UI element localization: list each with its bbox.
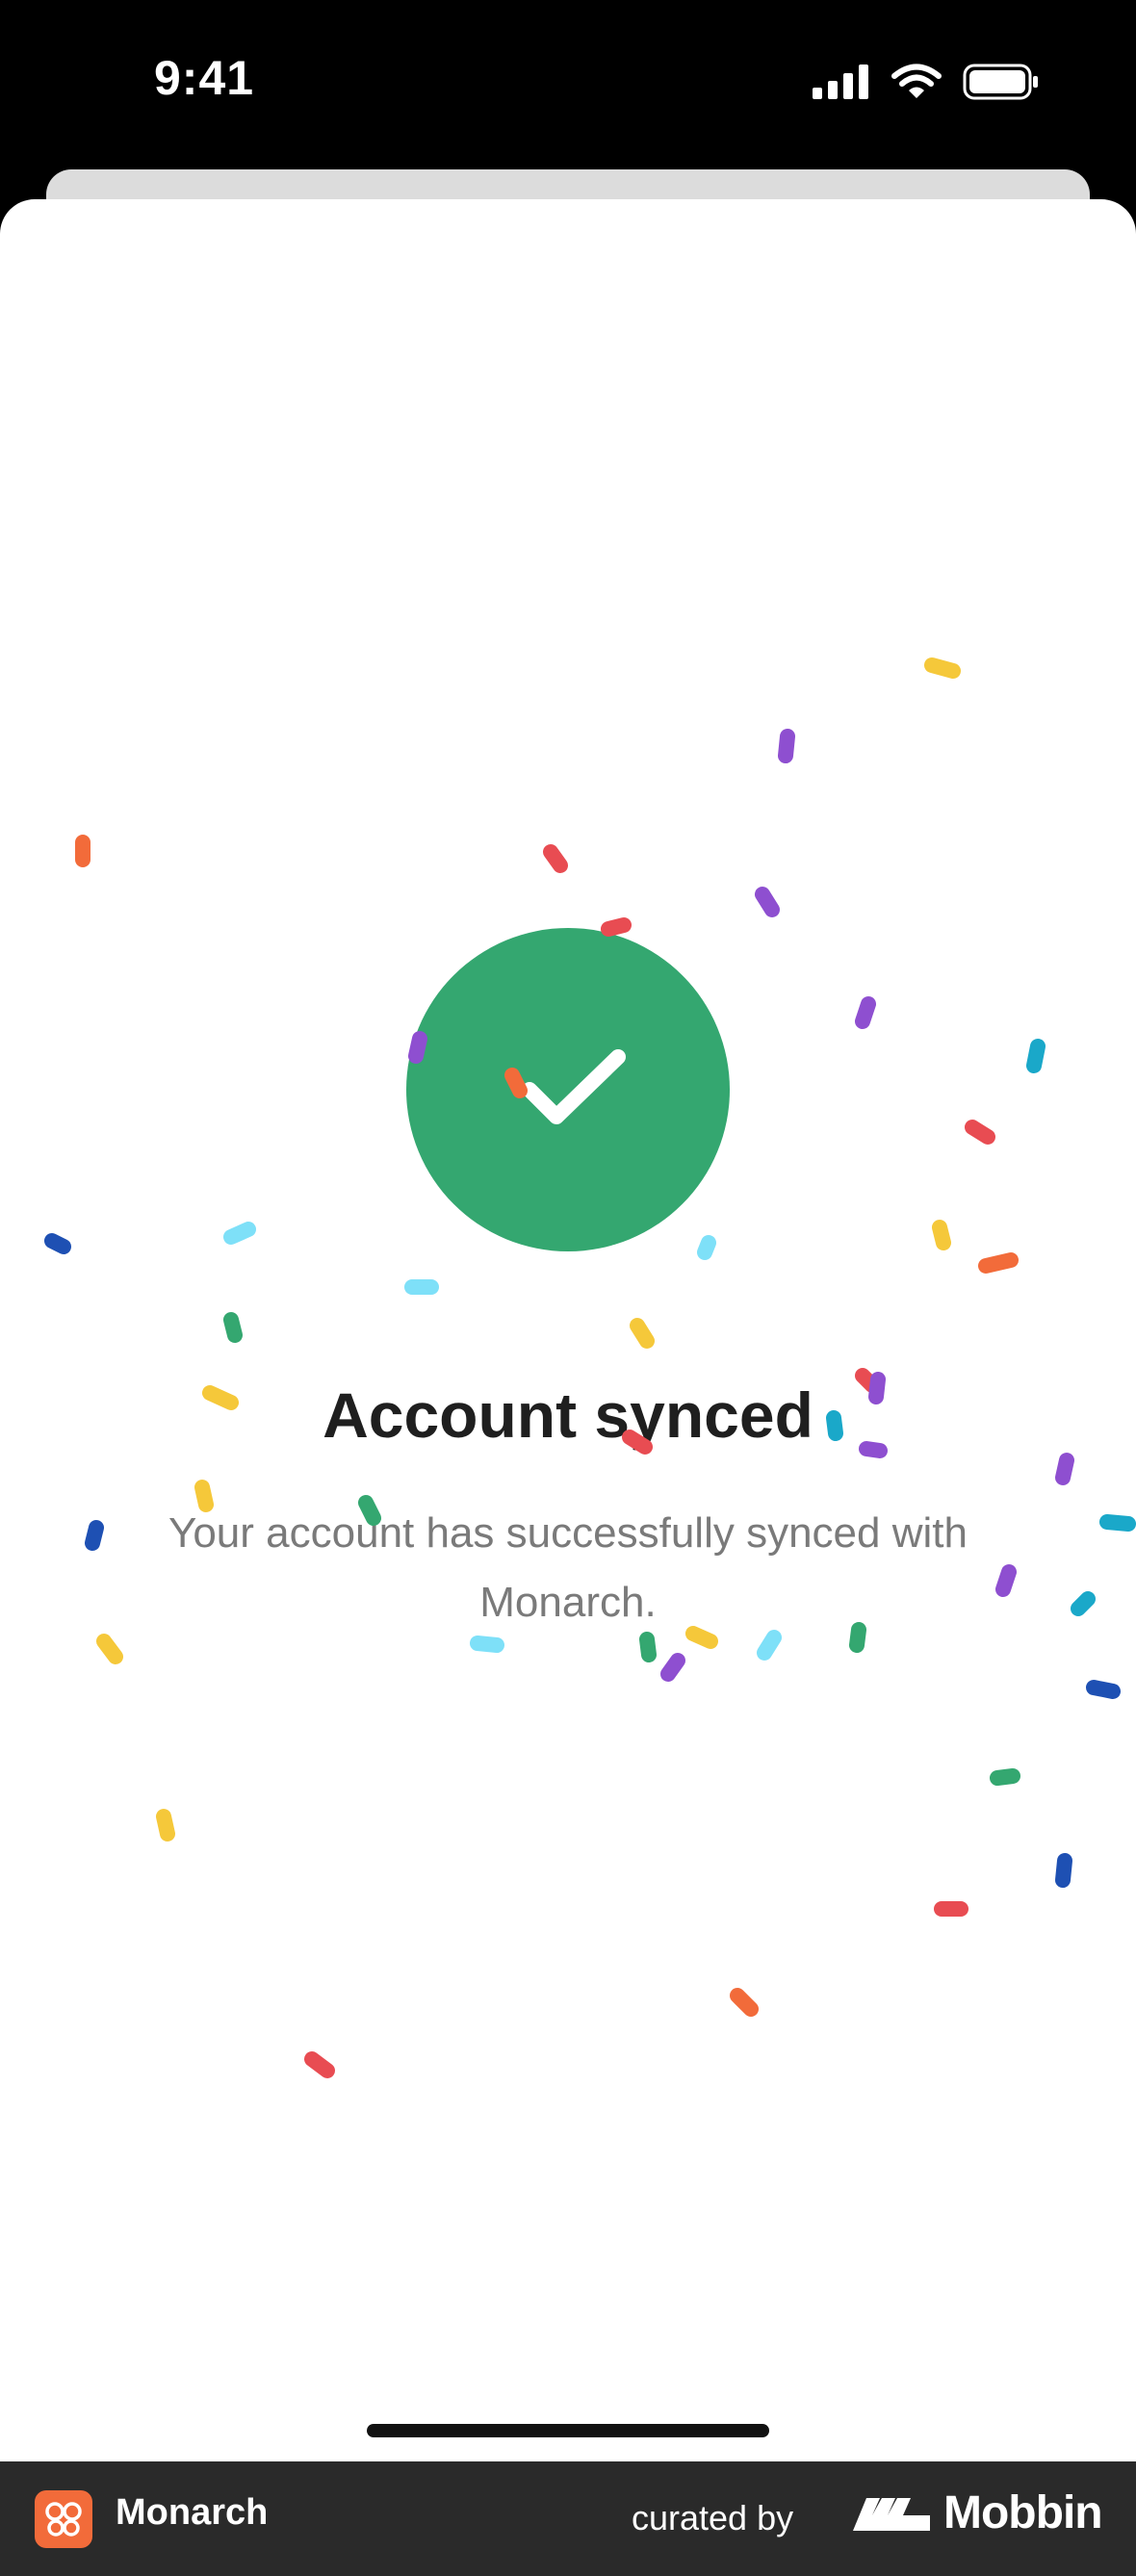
app-logo bbox=[35, 2490, 92, 2548]
footer-bar: Monarch curated by Mobbin bbox=[0, 2461, 1136, 2576]
mobbin-logo-icon bbox=[853, 2498, 930, 2531]
confetti bbox=[44, 657, 1136, 2078]
home-indicator[interactable] bbox=[367, 2424, 769, 2437]
status-time: 9:41 bbox=[154, 51, 255, 105]
app-name: Monarch bbox=[116, 2492, 269, 2533]
success-sheet: Account synced Your account has successf… bbox=[0, 199, 1136, 2461]
butterfly-icon bbox=[45, 2502, 82, 2537]
status-bar: 9:41 bbox=[0, 0, 1136, 173]
wifi-icon bbox=[891, 64, 942, 98]
curated-by-label: curated by bbox=[632, 2498, 794, 2537]
brand-name: Mobbin bbox=[943, 2487, 1103, 2538]
status-icons bbox=[813, 64, 1040, 100]
battery-icon bbox=[963, 64, 1038, 100]
cellular-signal-icon bbox=[813, 64, 868, 99]
